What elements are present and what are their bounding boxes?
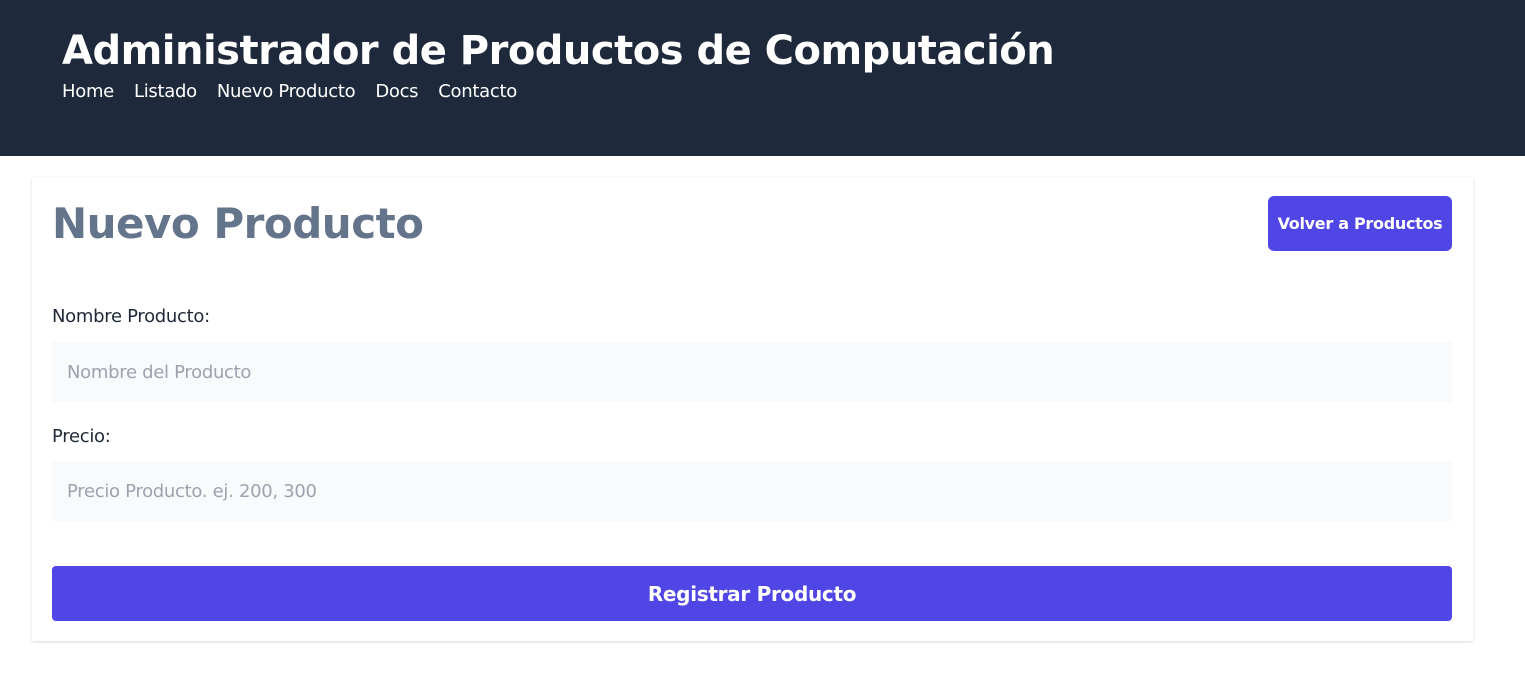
price-input[interactable] <box>52 461 1452 521</box>
nav-docs[interactable]: Docs <box>375 81 418 102</box>
page-title: Nuevo Producto <box>52 199 424 248</box>
back-to-products-button[interactable]: Volver a Productos <box>1268 196 1452 251</box>
nav-listado[interactable]: Listado <box>134 81 197 102</box>
register-product-button[interactable]: Registrar Producto <box>52 566 1452 621</box>
product-name-input[interactable] <box>52 342 1452 402</box>
price-label: Precio: <box>52 426 111 447</box>
site-header: Administrador de Productos de Computació… <box>0 0 1525 156</box>
app-title: Administrador de Productos de Computació… <box>62 28 1055 74</box>
nav-home[interactable]: Home <box>62 81 114 102</box>
product-form-card: Nuevo Producto Volver a Productos Nombre… <box>32 177 1473 641</box>
product-name-label: Nombre Producto: <box>52 306 210 327</box>
main-nav: Home Listado Nuevo Producto Docs Contact… <box>62 81 517 102</box>
nav-nuevo-producto[interactable]: Nuevo Producto <box>217 81 356 102</box>
nav-contacto[interactable]: Contacto <box>438 81 517 102</box>
